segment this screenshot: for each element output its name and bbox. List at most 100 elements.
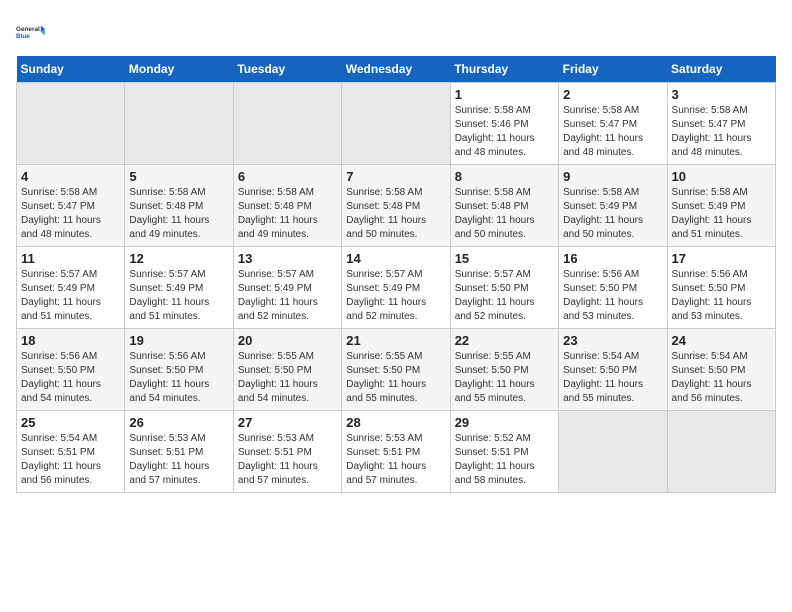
day-header-saturday: Saturday: [667, 56, 775, 83]
day-header-wednesday: Wednesday: [342, 56, 450, 83]
day-number: 21: [346, 333, 445, 348]
calendar-cell: 14Sunrise: 5:57 AM Sunset: 5:49 PM Dayli…: [342, 247, 450, 329]
day-info: Sunrise: 5:56 AM Sunset: 5:50 PM Dayligh…: [672, 268, 771, 324]
logo-icon: GeneralBlue: [16, 16, 48, 48]
day-number: 18: [21, 333, 120, 348]
day-number: 5: [129, 169, 228, 184]
day-info: Sunrise: 5:58 AM Sunset: 5:46 PM Dayligh…: [455, 104, 554, 160]
day-info: Sunrise: 5:55 AM Sunset: 5:50 PM Dayligh…: [238, 350, 337, 406]
calendar-cell: [233, 83, 341, 165]
day-number: 4: [21, 169, 120, 184]
calendar-cell: 22 Sunrise: 5:55 AM Sunset: 5:50 PM Dayli…: [450, 329, 558, 411]
calendar-cell: 21 Sunrise: 5:55 AM Sunset: 5:50 PM Dayli…: [342, 329, 450, 411]
week-row-5: 25Sunrise: 5:54 AM Sunset: 5:51 PM Dayli…: [17, 411, 776, 493]
day-info: Sunrise: 5:57 AM Sunset: 5:49 PM Dayligh…: [238, 268, 337, 324]
day-info: Sunrise: 5:54 AM Sunset: 5:50 PM Dayligh…: [672, 350, 771, 406]
logo: GeneralBlue: [16, 16, 48, 48]
calendar-cell: 19Sunrise: 5:56 AM Sunset: 5:50 PM Dayli…: [125, 329, 233, 411]
calendar-cell: 20 Sunrise: 5:55 AM Sunset: 5:50 PM Dayli…: [233, 329, 341, 411]
day-number: 25: [21, 415, 120, 430]
day-info: Sunrise: 5:56 AM Sunset: 5:50 PM Dayligh…: [21, 350, 120, 406]
day-info: Sunrise: 5:53 AM Sunset: 5:51 PM Dayligh…: [346, 432, 445, 488]
day-info: Sunrise: 5:57 AM Sunset: 5:49 PM Dayligh…: [21, 268, 120, 324]
day-number: 15: [455, 251, 554, 266]
day-number: 9: [563, 169, 662, 184]
calendar-cell: 2 Sunrise: 5:58 AM Sunset: 5:47 PM Daylig…: [559, 83, 667, 165]
calendar-cell: 28 Sunrise: 5:53 AM Sunset: 5:51 PM Dayli…: [342, 411, 450, 493]
day-number: 17: [672, 251, 771, 266]
day-info: Sunrise: 5:53 AM Sunset: 5:51 PM Dayligh…: [129, 432, 228, 488]
calendar-cell: 3 Sunrise: 5:58 AM Sunset: 5:47 PM Daylig…: [667, 83, 775, 165]
calendar-header: SundayMondayTuesdayWednesdayThursdayFrid…: [17, 56, 776, 83]
day-info: Sunrise: 5:58 AM Sunset: 5:47 PM Dayligh…: [672, 104, 771, 160]
day-info: Sunrise: 5:52 AM Sunset: 5:51 PM Dayligh…: [455, 432, 554, 488]
calendar-cell: [342, 83, 450, 165]
calendar-cell: [125, 83, 233, 165]
day-header-monday: Monday: [125, 56, 233, 83]
day-info: Sunrise: 5:58 AM Sunset: 5:48 PM Dayligh…: [455, 186, 554, 242]
svg-text:Blue: Blue: [16, 33, 30, 40]
day-info: Sunrise: 5:53 AM Sunset: 5:51 PM Dayligh…: [238, 432, 337, 488]
day-info: Sunrise: 5:55 AM Sunset: 5:50 PM Dayligh…: [346, 350, 445, 406]
header-row: SundayMondayTuesdayWednesdayThursdayFrid…: [17, 56, 776, 83]
day-number: 27: [238, 415, 337, 430]
day-number: 19: [129, 333, 228, 348]
calendar-cell: [559, 411, 667, 493]
day-number: 8: [455, 169, 554, 184]
day-number: 3: [672, 87, 771, 102]
calendar-cell: 13 Sunrise: 5:57 AM Sunset: 5:49 PM Dayli…: [233, 247, 341, 329]
day-info: Sunrise: 5:58 AM Sunset: 5:48 PM Dayligh…: [129, 186, 228, 242]
day-header-thursday: Thursday: [450, 56, 558, 83]
calendar-cell: 6 Sunrise: 5:58 AM Sunset: 5:48 PM Daylig…: [233, 165, 341, 247]
day-header-tuesday: Tuesday: [233, 56, 341, 83]
day-info: Sunrise: 5:57 AM Sunset: 5:50 PM Dayligh…: [455, 268, 554, 324]
day-number: 22: [455, 333, 554, 348]
day-number: 6: [238, 169, 337, 184]
calendar-cell: 17 Sunrise: 5:56 AM Sunset: 5:50 PM Dayli…: [667, 247, 775, 329]
day-info: Sunrise: 5:56 AM Sunset: 5:50 PM Dayligh…: [563, 268, 662, 324]
calendar-body: 1 Sunrise: 5:58 AM Sunset: 5:46 PM Daylig…: [17, 83, 776, 493]
calendar-cell: 8 Sunrise: 5:58 AM Sunset: 5:48 PM Daylig…: [450, 165, 558, 247]
calendar-cell: 11 Sunrise: 5:57 AM Sunset: 5:49 PM Dayli…: [17, 247, 125, 329]
calendar-cell: 23Sunrise: 5:54 AM Sunset: 5:50 PM Dayli…: [559, 329, 667, 411]
calendar-cell: 9Sunrise: 5:58 AM Sunset: 5:49 PM Daylig…: [559, 165, 667, 247]
week-row-4: 18 Sunrise: 5:56 AM Sunset: 5:50 PM Dayli…: [17, 329, 776, 411]
day-number: 26: [129, 415, 228, 430]
header: GeneralBlue: [16, 16, 776, 48]
day-header-sunday: Sunday: [17, 56, 125, 83]
day-number: 28: [346, 415, 445, 430]
calendar-cell: 29 Sunrise: 5:52 AM Sunset: 5:51 PM Dayli…: [450, 411, 558, 493]
day-info: Sunrise: 5:58 AM Sunset: 5:47 PM Dayligh…: [563, 104, 662, 160]
day-number: 16: [563, 251, 662, 266]
day-number: 29: [455, 415, 554, 430]
calendar-cell: 4 Sunrise: 5:58 AM Sunset: 5:47 PM Daylig…: [17, 165, 125, 247]
week-row-2: 4 Sunrise: 5:58 AM Sunset: 5:47 PM Daylig…: [17, 165, 776, 247]
calendar-cell: 25Sunrise: 5:54 AM Sunset: 5:51 PM Dayli…: [17, 411, 125, 493]
day-info: Sunrise: 5:58 AM Sunset: 5:48 PM Dayligh…: [346, 186, 445, 242]
calendar-cell: 16 Sunrise: 5:56 AM Sunset: 5:50 PM Dayli…: [559, 247, 667, 329]
day-number: 2: [563, 87, 662, 102]
calendar-cell: 24 Sunrise: 5:54 AM Sunset: 5:50 PM Dayli…: [667, 329, 775, 411]
day-number: 23: [563, 333, 662, 348]
week-row-1: 1 Sunrise: 5:58 AM Sunset: 5:46 PM Daylig…: [17, 83, 776, 165]
calendar-cell: [17, 83, 125, 165]
day-number: 11: [21, 251, 120, 266]
day-info: Sunrise: 5:58 AM Sunset: 5:49 PM Dayligh…: [672, 186, 771, 242]
day-number: 24: [672, 333, 771, 348]
day-number: 20: [238, 333, 337, 348]
day-info: Sunrise: 5:58 AM Sunset: 5:47 PM Dayligh…: [21, 186, 120, 242]
calendar-table: SundayMondayTuesdayWednesdayThursdayFrid…: [16, 56, 776, 493]
day-number: 10: [672, 169, 771, 184]
day-info: Sunrise: 5:58 AM Sunset: 5:48 PM Dayligh…: [238, 186, 337, 242]
day-info: Sunrise: 5:55 AM Sunset: 5:50 PM Dayligh…: [455, 350, 554, 406]
day-number: 1: [455, 87, 554, 102]
day-header-friday: Friday: [559, 56, 667, 83]
calendar-cell: 27 Sunrise: 5:53 AM Sunset: 5:51 PM Dayli…: [233, 411, 341, 493]
calendar-cell: 18 Sunrise: 5:56 AM Sunset: 5:50 PM Dayli…: [17, 329, 125, 411]
day-number: 13: [238, 251, 337, 266]
calendar-cell: 15 Sunrise: 5:57 AM Sunset: 5:50 PM Dayli…: [450, 247, 558, 329]
calendar-cell: 26 Sunrise: 5:53 AM Sunset: 5:51 PM Dayli…: [125, 411, 233, 493]
svg-text:General: General: [16, 26, 40, 33]
calendar-cell: [667, 411, 775, 493]
day-number: 7: [346, 169, 445, 184]
